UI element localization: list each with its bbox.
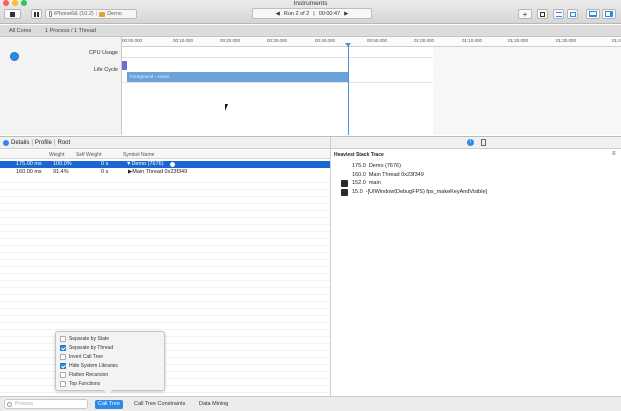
track-cpu-usage[interactable]: CPU Usage: [89, 50, 118, 56]
column-weight[interactable]: Weight: [49, 152, 64, 158]
stack-frame[interactable]: 160.0 Main Thread 0x23f349: [352, 172, 424, 178]
pane-split[interactable]: [330, 137, 331, 411]
ruler-label: 01:00.000: [414, 38, 435, 43]
ruler-label: 01:4: [612, 38, 621, 43]
target-selector[interactable]: iPhone6& (10.2) | Demo: [45, 9, 137, 19]
tab-data-mining[interactable]: Data Mining: [196, 400, 231, 409]
tab-call-tree-constraints[interactable]: Call Tree Constraints: [131, 400, 188, 409]
pause-icon: [34, 11, 39, 17]
pause-button[interactable]: [31, 9, 42, 19]
scope-bar: All Cores 1 Process / 1 Thread: [0, 25, 621, 37]
option-separate-by-state[interactable]: Separate by State: [60, 336, 109, 342]
playhead[interactable]: [348, 44, 349, 135]
checkbox[interactable]: [60, 381, 66, 387]
track-life-cycle[interactable]: Life Cycle: [94, 67, 118, 73]
ruler-label: 00:50.000: [367, 38, 388, 43]
option-top-functions[interactable]: Top Functions: [60, 381, 100, 387]
cpu-activity-mark: [122, 61, 127, 70]
go-arrow-icon[interactable]: [170, 162, 175, 167]
instrument-icon: [10, 52, 19, 61]
ruler-label: 01:10.000: [462, 38, 483, 43]
stack-frame[interactable]: 175.0 Demo (7676): [352, 163, 401, 169]
stack-frame[interactable]: 15.0 -[UIWindow(DebugFPS) fps_makeKeyAnd…: [352, 189, 487, 195]
option-hide-system-libraries[interactable]: Hide System Libraries: [60, 363, 118, 369]
checkbox[interactable]: [60, 336, 66, 342]
bottom-bar: Process Call Tree Call Tree Constraints …: [0, 396, 621, 411]
device-label: iPhone6& (10.2): [54, 11, 94, 17]
next-run-icon[interactable]: ▶: [344, 11, 348, 17]
user-frame-icon: [341, 189, 348, 196]
record-settings-icon: [540, 11, 545, 17]
option-flatten-recursion[interactable]: Flatten Recursion: [60, 372, 108, 378]
crumb-root[interactable]: Root: [57, 140, 70, 146]
checkbox[interactable]: [60, 354, 66, 360]
ruler-label: 00:10.000: [173, 38, 194, 43]
call-tree-options-popover: Separate by State Separate by Thread Inv…: [55, 331, 165, 391]
record-settings-button[interactable]: [537, 9, 548, 19]
detail-icon: [569, 11, 576, 17]
tab-call-tree[interactable]: Call Tree: [95, 400, 124, 409]
heaviest-stack-title: Heaviest Stack Trace: [334, 152, 384, 158]
previous-run-icon[interactable]: ◀: [276, 11, 280, 17]
ruler-label: 00:40.000: [315, 38, 336, 43]
checkbox[interactable]: [60, 363, 66, 369]
window-title: Instruments: [293, 0, 328, 7]
table-row[interactable]: 175.00 ms 100.0% 0 s ▼Demo (7676): [0, 161, 330, 168]
toolbar: Instruments iPhone6& (10.2) | Demo ◀ Run…: [0, 0, 621, 24]
run-navigator: ◀ Run 2 of 2 | 00:00:47 ▶: [252, 8, 372, 19]
detail-breadcrumb: Details | Profile | Root: [0, 137, 330, 149]
empty-table-rows: [0, 176, 330, 396]
list-icon: [555, 11, 562, 17]
checkbox[interactable]: [60, 372, 66, 378]
unrecorded-region: [433, 47, 621, 135]
checkbox[interactable]: [60, 345, 66, 351]
app-icon: [99, 11, 106, 17]
document-icon[interactable]: [481, 139, 486, 146]
ruler-label: 00:20.000: [220, 38, 241, 43]
stop-button[interactable]: [4, 9, 21, 19]
add-instrument-button[interactable]: +: [518, 9, 532, 19]
lifecycle-state-bar[interactable]: Foreground - Active: [127, 72, 348, 82]
call-tree-header: Weight Self Weight Symbol Name: [0, 150, 330, 159]
option-invert-call-tree[interactable]: Invert Call Tree: [60, 354, 103, 360]
crumb-details[interactable]: Details: [11, 140, 29, 146]
run-time: 00:00:47: [318, 10, 341, 17]
table-row[interactable]: 160.00 ms 91.4% 0 s ▶Main Thread 0x23f34…: [0, 169, 330, 176]
toggle-bottom-pane-button[interactable]: [586, 9, 600, 19]
mouse-cursor: [225, 104, 228, 111]
toggle-right-pane-button[interactable]: [602, 9, 616, 19]
stop-icon: [10, 11, 15, 17]
user-frame-icon: [341, 180, 348, 187]
stack-frame[interactable]: 152.0 main: [352, 180, 381, 186]
column-self-weight[interactable]: Self Weight: [76, 152, 101, 158]
filter-icon: [7, 401, 12, 407]
right-pane-icon: [605, 11, 613, 17]
all-cores-selector[interactable]: All Cores: [9, 28, 31, 34]
gear-icon[interactable]: [3, 139, 9, 146]
ruler-label: 01:30.000: [556, 38, 577, 43]
timeline-ruler[interactable]: 00:00.000 00:10.000 00:20.000 00:30.000 …: [122, 37, 621, 47]
plus-icon: +: [522, 9, 528, 19]
bottom-pane-icon: [589, 11, 597, 17]
info-icon[interactable]: i: [467, 139, 474, 146]
detail-view-button[interactable]: [567, 9, 578, 19]
app-label: Demo: [107, 11, 122, 17]
inspector-header: [331, 137, 621, 149]
ruler-label: 00:30.000: [267, 38, 288, 43]
option-separate-by-thread[interactable]: Separate by Thread: [60, 345, 113, 351]
stack-filter-icon[interactable]: ≡: [612, 151, 616, 157]
list-view-button[interactable]: [553, 9, 564, 19]
process-thread-selector[interactable]: 1 Process / 1 Thread: [45, 28, 96, 34]
playhead-handle[interactable]: [345, 43, 351, 47]
ruler-label: 01:20.000: [508, 38, 529, 43]
crumb-profile[interactable]: Profile: [35, 140, 52, 146]
column-symbol-name[interactable]: Symbol Name: [123, 152, 154, 158]
ruler-label: 00:00.000: [122, 38, 143, 43]
filter-input[interactable]: Process: [4, 399, 88, 409]
popover-arrow: [104, 390, 112, 395]
iphone-icon: [49, 11, 52, 17]
run-label: Run 2 of 2: [283, 10, 310, 17]
